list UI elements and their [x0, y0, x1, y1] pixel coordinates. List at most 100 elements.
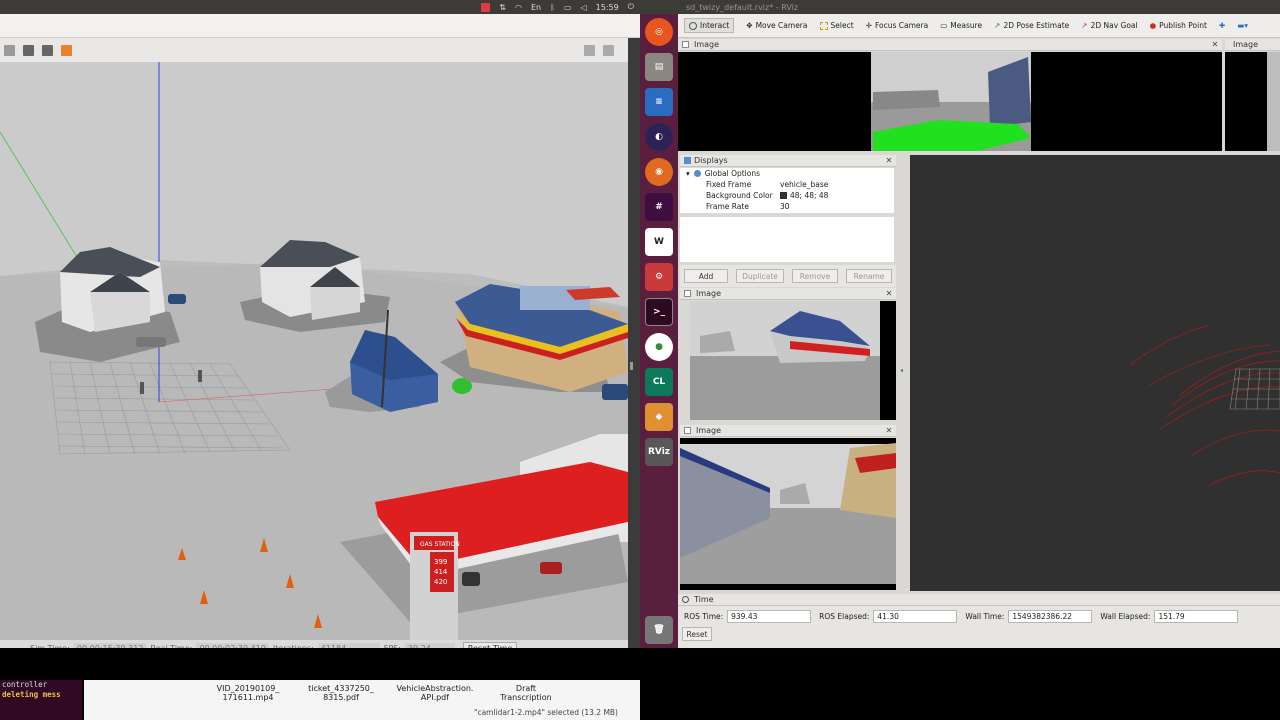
duplicate-display-button[interactable]: Duplicate	[736, 269, 784, 283]
top-panel-left: ⇅ ◠ En ᛒ ▭ ◁ 15:59 ⏻	[0, 0, 640, 14]
keyboard-language[interactable]: En	[531, 3, 541, 12]
wifi-icon[interactable]: ◠	[515, 3, 522, 12]
panel-checkbox[interactable]	[684, 427, 691, 434]
wall-elapsed-field[interactable]: 151.79	[1154, 610, 1239, 623]
close-icon[interactable]: ✕	[1211, 41, 1219, 49]
files-icon[interactable]: ▤	[645, 53, 673, 81]
volume-icon[interactable]: ◁	[580, 3, 586, 12]
close-icon[interactable]: ✕	[885, 427, 893, 435]
writer-icon[interactable]: ≡	[645, 88, 673, 116]
eclipse-icon[interactable]: ◐	[645, 123, 673, 151]
background-color-value[interactable]: 48; 48; 48	[776, 191, 828, 200]
goal-arrow-icon: ↗	[1081, 21, 1088, 30]
minus-icon: ▬▾	[1237, 21, 1249, 30]
pose-estimate-tool[interactable]: ↗ 2D Pose Estimate	[994, 21, 1069, 30]
camera-image-mid	[690, 301, 896, 420]
rviz-3d-view[interactable]	[910, 155, 1280, 591]
clock[interactable]: 15:59	[596, 3, 619, 12]
file-item[interactable]: VehicleAbstraction. API.pdf	[390, 684, 480, 702]
power-icon[interactable]: ⏻	[628, 2, 634, 12]
panel-splitter[interactable]: ◂	[896, 155, 910, 591]
rename-display-button[interactable]: Rename	[846, 269, 892, 283]
focus-camera-tool[interactable]: ✛ Focus Camera	[866, 21, 929, 30]
network-icon[interactable]: ⇅	[499, 3, 506, 12]
terminal-icon[interactable]: >_	[645, 298, 673, 326]
file-item[interactable]: ticket_4337250_ 8315.pdf	[304, 684, 378, 702]
gazebo-3d-scene[interactable]: GAS STATION 399 414 420	[0, 62, 628, 646]
select-icon	[819, 21, 828, 30]
file-item[interactable]: VID_20190109_ 171611.mp4	[216, 684, 280, 702]
change-view-icon[interactable]	[61, 44, 72, 56]
frame-rate-value[interactable]: 30	[776, 202, 790, 211]
camera-image-top-right	[1225, 52, 1280, 151]
displays-title: Displays	[694, 156, 728, 165]
bluetooth-icon[interactable]: ᛒ	[550, 3, 555, 12]
copy-icon[interactable]	[4, 44, 15, 56]
close-icon[interactable]: ✕	[885, 290, 893, 298]
image-panel-bottom-title: Image	[696, 426, 722, 435]
move-icon: ✥	[746, 21, 753, 30]
camera-image-bottom	[680, 438, 896, 590]
panel-checkbox[interactable]	[682, 41, 689, 48]
ros-elapsed-field[interactable]: 41.30	[873, 610, 958, 623]
align-icon[interactable]	[23, 44, 34, 56]
record-video-icon[interactable]	[603, 44, 614, 56]
add-tool-button[interactable]: ✚	[1219, 21, 1225, 30]
tree-row[interactable]: Background Color 48; 48; 48	[680, 190, 894, 201]
image-panel-top-header: Image ✕	[678, 39, 1222, 51]
ros-time-field[interactable]: 939.43	[727, 610, 812, 623]
collapse-arrow-icon[interactable]: ◂	[900, 367, 903, 374]
tree-item-global-options[interactable]: ▾ Global Options	[680, 168, 894, 179]
camera-image-top	[678, 52, 1222, 151]
chrome-icon[interactable]: ●	[645, 333, 673, 361]
panel-checkbox[interactable]	[684, 290, 691, 297]
select-tool[interactable]: Select	[819, 21, 854, 30]
add-display-button[interactable]: Add	[684, 269, 729, 283]
file-name-line-2: 8315.pdf	[323, 693, 359, 702]
image-panel-bottom-header: Image ✕	[680, 425, 896, 437]
reset-button[interactable]: Reset	[682, 627, 712, 641]
fixed-frame-value[interactable]: vehicle_base	[776, 180, 828, 189]
focus-camera-label: Focus Camera	[874, 21, 929, 30]
measure-tool[interactable]: ▭ Measure	[940, 21, 982, 30]
move-camera-label: Move Camera	[755, 21, 808, 30]
gazebo-icon[interactable]: ◆	[645, 403, 673, 431]
terminal-line-2: deleting mess	[2, 690, 61, 699]
gazebo-side-splitter[interactable]	[628, 38, 640, 656]
tree-row[interactable]: Frame Rate 30	[680, 201, 894, 212]
slack-icon[interactable]: #	[645, 193, 673, 221]
remove-tool-button[interactable]: ▬▾	[1237, 21, 1248, 30]
settings-icon[interactable]: ⚙	[645, 263, 673, 291]
firefox-icon[interactable]: ◉	[645, 158, 673, 186]
clion-icon[interactable]: CL	[645, 368, 673, 396]
tree-row[interactable]: Fixed Frame vehicle_base	[680, 179, 894, 190]
terminal-line-1: controller	[2, 680, 48, 689]
wall-time-field[interactable]: 1549382386.22	[1008, 610, 1093, 623]
autoware-icon[interactable]: W	[645, 228, 673, 256]
rviz-icon[interactable]: RViz	[645, 438, 673, 466]
top-panel-right: sd_twizy_default.rviz* - RViz	[640, 0, 1280, 14]
nav-goal-tool[interactable]: ↗ 2D Nav Goal	[1081, 21, 1137, 30]
interact-tool[interactable]: Interact	[684, 18, 735, 33]
remove-display-button[interactable]: Remove	[792, 269, 838, 283]
background-color-text: 48; 48; 48	[790, 191, 829, 200]
file-item[interactable]: Draft Transcription	[496, 684, 556, 702]
pose-arrow-icon: ↗	[994, 21, 1001, 30]
publish-point-tool[interactable]: ● Publish Point	[1150, 21, 1207, 30]
displays-tree[interactable]: ▾ Global Options Fixed Frame vehicle_bas…	[680, 168, 894, 213]
trash-icon[interactable]: 🗑	[645, 616, 673, 644]
close-icon[interactable]: ✕	[885, 157, 893, 165]
displays-panel: Displays ✕ ▾ Global Options Fixed Frame …	[680, 155, 896, 287]
expand-arrow-icon[interactable]: ▾	[680, 169, 690, 178]
time-header: Time	[678, 594, 1280, 606]
rviz-grid	[1229, 368, 1280, 410]
ubuntu-dash-icon[interactable]: ◎	[645, 18, 673, 46]
terminal-window[interactable]: controller deleting mess	[0, 680, 82, 720]
move-camera-tool[interactable]: ✥ Move Camera	[746, 21, 807, 30]
price-2: 414	[434, 568, 448, 576]
battery-icon[interactable]: ▭	[564, 3, 572, 12]
gazebo-toolbar	[0, 38, 628, 62]
snap-icon[interactable]	[42, 44, 53, 56]
record-indicator-icon[interactable]	[481, 2, 491, 12]
screenshot-icon[interactable]	[584, 44, 595, 56]
